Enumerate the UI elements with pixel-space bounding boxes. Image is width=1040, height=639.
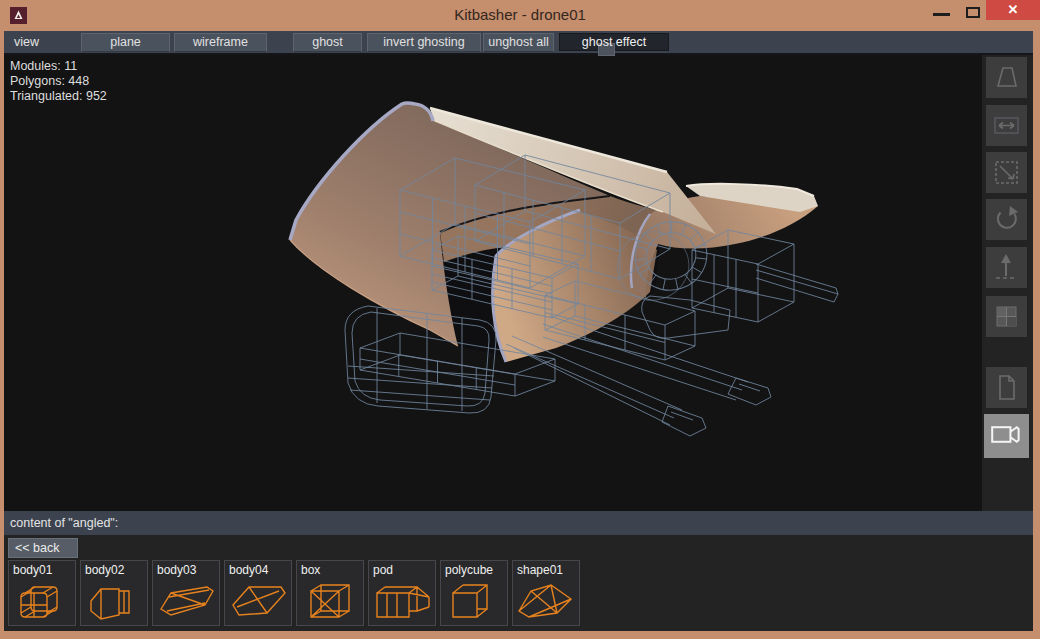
body02-icon [83,577,147,625]
module-tile-pod[interactable]: pod [368,560,436,626]
menu-view[interactable]: view [14,31,39,53]
module-tile-shape01[interactable]: shape01 [512,560,580,626]
model-stats: Modules: 11 Polygons: 448 Triangulated: … [10,59,107,104]
close-button[interactable]: ✕ [986,0,1040,20]
stat-modules: Modules: 11 [10,59,107,74]
body01-icon [11,577,75,625]
unghost-all-button[interactable]: unghost all [483,33,554,52]
box-icon [299,577,363,625]
viewport-3d[interactable]: Modules: 11 Polygons: 448 Triangulated: … [4,55,982,511]
body03-icon [155,577,219,625]
camera-tool-button[interactable] [984,414,1029,458]
raise-arrow-icon [986,247,1027,288]
plane-tool-button[interactable] [986,57,1027,98]
plane-button[interactable]: plane [81,33,170,52]
document-icon [986,367,1027,408]
module-tile-box[interactable]: box [296,560,364,626]
stat-polygons: Polygons: 448 [10,74,107,89]
invert-ghosting-button[interactable]: invert ghosting [367,33,481,52]
module-tile-polycube[interactable]: polycube [440,560,508,626]
plane-shape-icon [998,68,1016,86]
toolbar: view plane wireframe ghost invert ghosti… [4,31,1033,55]
module-tile-body01[interactable]: body01 [8,560,76,626]
tool-sidebar [982,55,1033,511]
drone-model [4,55,982,511]
width-arrows-icon [986,105,1027,146]
minimize-button[interactable] [933,13,950,16]
scale-box-icon [986,152,1027,193]
polycube-icon [443,577,507,625]
scale-tool-button[interactable] [986,152,1027,193]
module-tile-body03[interactable]: body03 [152,560,220,626]
pod-icon [371,577,435,625]
content-header-bar: content of "angled": [4,511,1033,535]
wireframe-button[interactable]: wireframe [174,33,267,52]
quad-view-tool-button[interactable] [986,296,1027,337]
ghost-button[interactable]: ghost [293,33,362,52]
module-tile-body02[interactable]: body02 [80,560,148,626]
rotate-tool-button[interactable] [986,199,1027,240]
camera-icon [984,414,1025,455]
window-title: Kitbasher - drone01 [0,0,1040,29]
quad-view-icon [986,296,1027,337]
title-bar[interactable]: Kitbasher - drone01 ✕ [0,0,1040,31]
stat-triangulated: Triangulated: 952 [10,89,107,104]
content-header-label: content of "angled": [10,516,118,530]
new-document-tool-button[interactable] [986,367,1027,408]
body04-icon [227,577,291,625]
rotate-icon [986,199,1027,240]
module-tile-body04[interactable]: body04 [224,560,292,626]
shape01-icon [515,577,579,625]
window-border-bottom [0,631,1040,639]
back-button[interactable]: << back [8,538,78,558]
maximize-button[interactable] [966,7,980,18]
module-panel: << back body01 body02 body03 body04 [4,535,1033,631]
raise-tool-button[interactable] [986,247,1027,288]
ghost-effect-slider[interactable]: ghost effect [559,33,669,51]
width-tool-button[interactable] [986,105,1027,146]
ghost-effect-label: ghost effect [560,34,668,50]
